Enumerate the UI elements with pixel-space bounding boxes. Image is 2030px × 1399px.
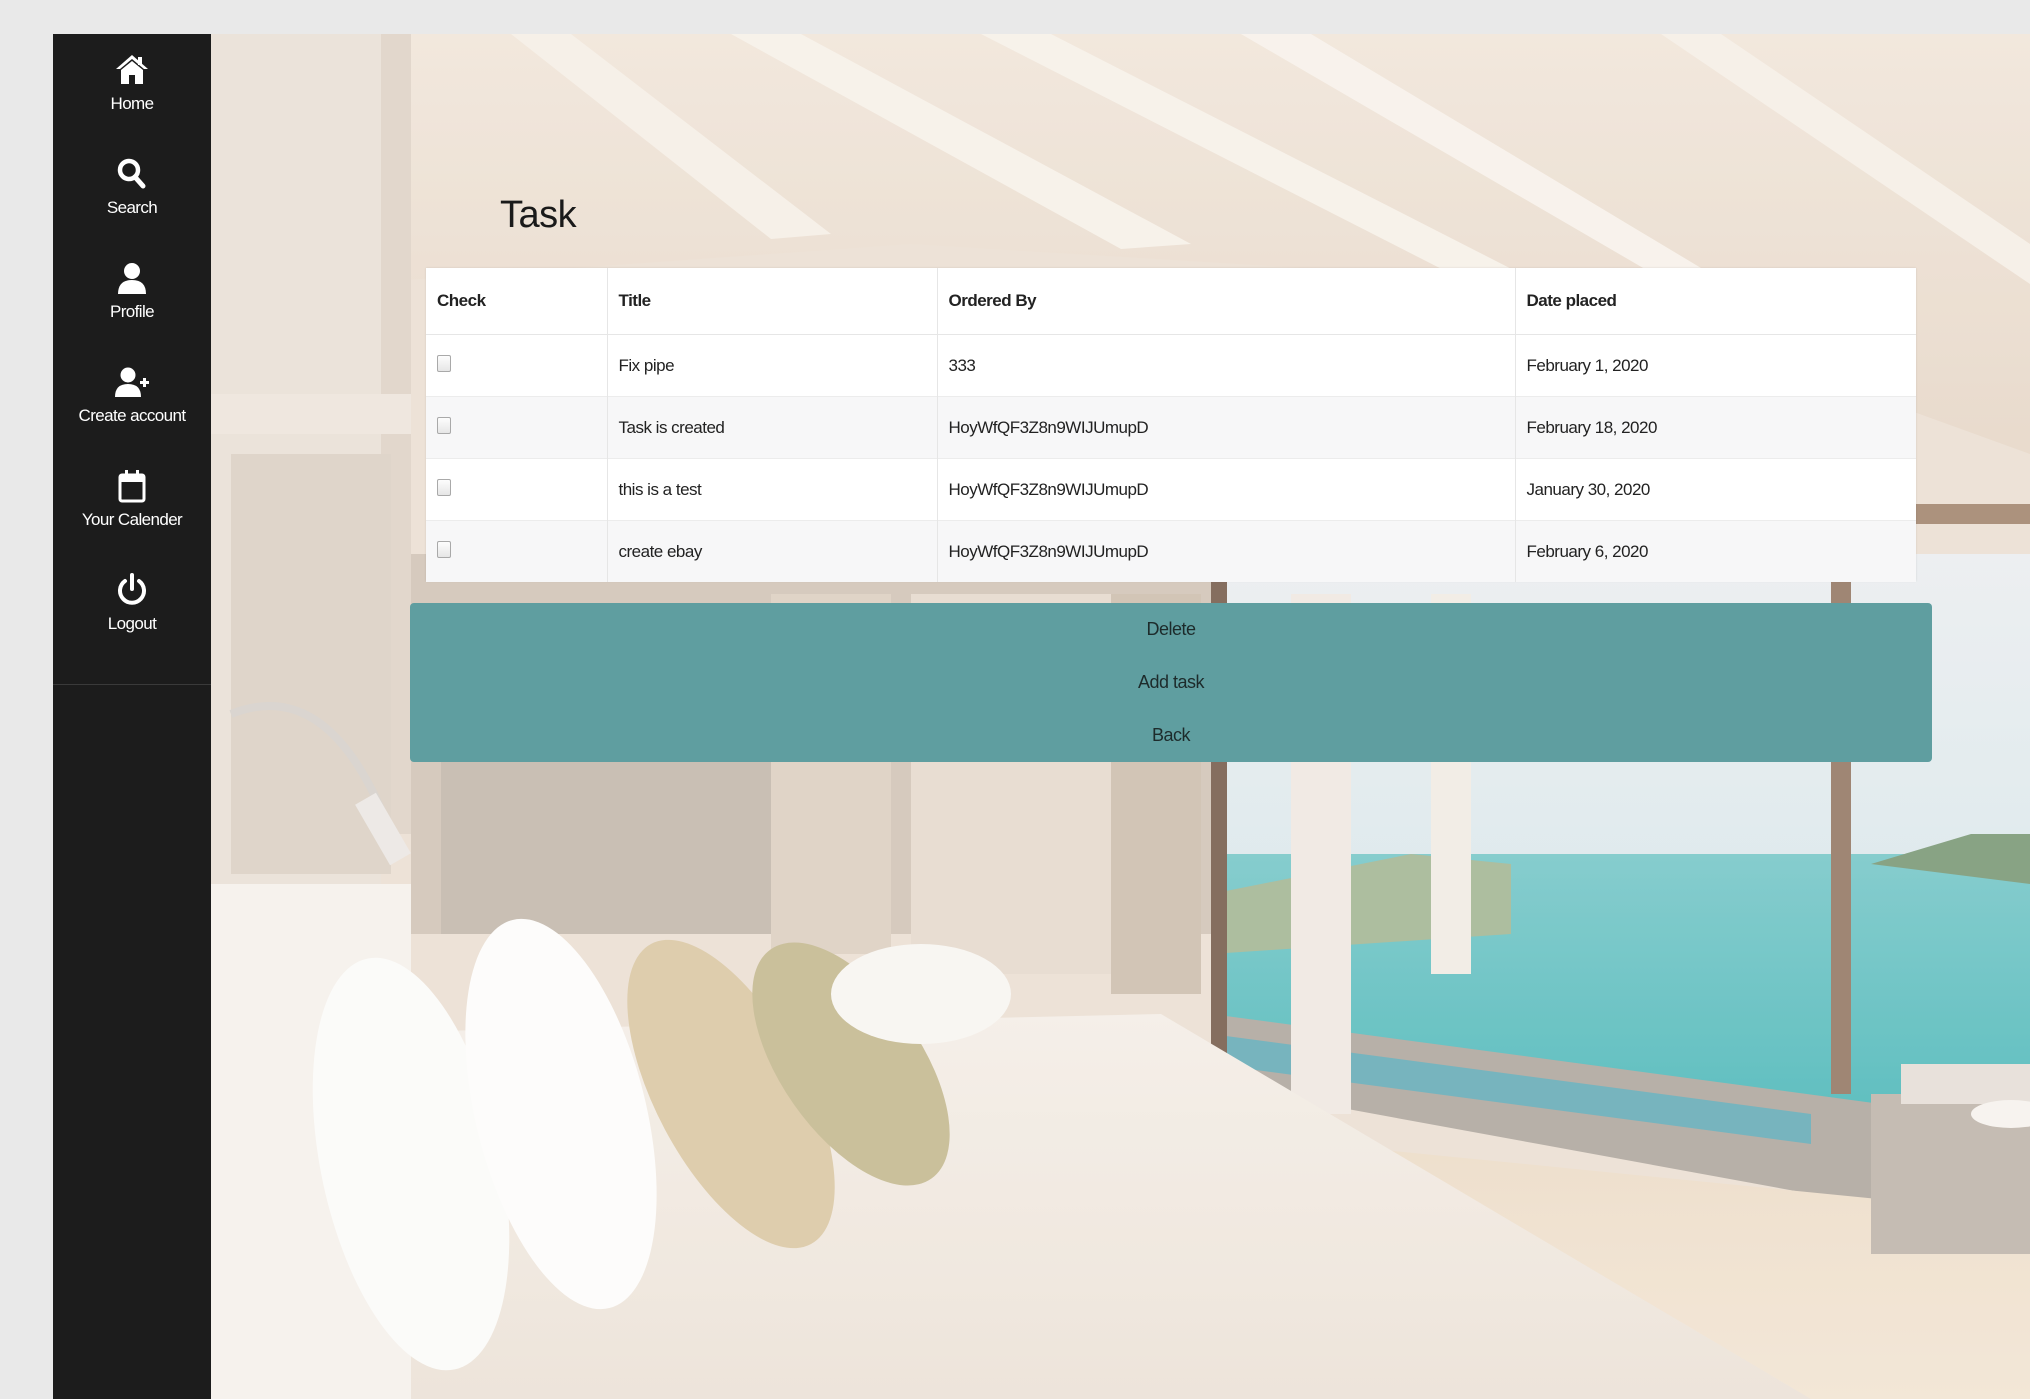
column-header-check: Check	[426, 268, 608, 335]
calendar-icon	[118, 470, 146, 503]
sidebar-nav: Home Search Profile Create account Your …	[53, 34, 211, 685]
sidebar-item-label: Logout	[107, 614, 157, 633]
column-header-ordered-by: Ordered By	[937, 268, 1516, 335]
home-icon	[116, 55, 148, 84]
sidebar-item-logout[interactable]: Logout	[53, 570, 211, 674]
sidebar-item-calendar[interactable]: Your Calender	[53, 466, 211, 570]
sidebar-item-search[interactable]: Search	[53, 154, 211, 258]
page-title: Task	[500, 194, 577, 236]
title-cell: Fix pipe	[607, 334, 938, 397]
table-row: Task is created HoyWfQF3Z8n9WIJUmupD Feb…	[426, 396, 1916, 459]
ordered-by-cell: HoyWfQF3Z8n9WIJUmupD	[937, 520, 1516, 582]
row-checkbox[interactable]	[437, 540, 451, 558]
add-task-button[interactable]: Add task	[410, 656, 1932, 709]
sidebar-item-create-account[interactable]: Create account	[53, 362, 211, 466]
table-row: this is a test HoyWfQF3Z8n9WIJUmupD Janu…	[426, 458, 1916, 521]
delete-button[interactable]: Delete	[410, 603, 1932, 656]
date-cell: January 30, 2020	[1515, 458, 1916, 521]
user-icon	[118, 263, 146, 294]
row-checkbox[interactable]	[437, 354, 451, 372]
check-cell	[426, 520, 608, 582]
date-cell: February 1, 2020	[1515, 334, 1916, 397]
sidebar-item-label: Your Calender	[81, 510, 183, 529]
sidebar-item-home[interactable]: Home	[53, 50, 211, 154]
sidebar: Home Search Profile Create account Your …	[53, 34, 211, 1399]
check-cell	[426, 334, 608, 397]
add-user-icon	[115, 367, 149, 397]
row-checkbox[interactable]	[437, 416, 451, 434]
sidebar-item-label: Home	[110, 94, 155, 113]
back-button[interactable]: Back	[410, 709, 1932, 762]
row-checkbox[interactable]	[437, 478, 451, 496]
sidebar-item-profile[interactable]: Profile	[53, 258, 211, 362]
table-header-row: Check Title Ordered By Date placed	[426, 268, 1916, 335]
title-cell: Task is created	[607, 396, 938, 459]
title-cell: this is a test	[607, 458, 938, 521]
date-cell: February 18, 2020	[1515, 396, 1916, 459]
task-actions: Delete Add task Back	[410, 603, 1932, 762]
search-icon	[117, 158, 146, 189]
sidebar-item-label: Create account	[78, 406, 186, 425]
sidebar-item-label: Search	[106, 198, 158, 217]
power-icon	[118, 573, 146, 605]
title-cell: create ebay	[607, 520, 938, 582]
table-row: Fix pipe 333 February 1, 2020	[426, 334, 1916, 397]
ordered-by-cell: 333	[937, 334, 1516, 397]
app-frame: Home Search Profile Create account Your …	[53, 34, 2030, 1399]
check-cell	[426, 396, 608, 459]
date-cell: February 6, 2020	[1515, 520, 1916, 582]
table-row: create ebay HoyWfQF3Z8n9WIJUmupD Februar…	[426, 520, 1916, 582]
column-header-date-placed: Date placed	[1515, 268, 1916, 335]
column-header-title: Title	[607, 268, 938, 335]
task-table-card: Check Title Ordered By Date placed Fix p…	[426, 268, 1916, 582]
ordered-by-cell: HoyWfQF3Z8n9WIJUmupD	[937, 458, 1516, 521]
sidebar-item-label: Profile	[110, 302, 155, 321]
ordered-by-cell: HoyWfQF3Z8n9WIJUmupD	[937, 396, 1516, 459]
task-table: Check Title Ordered By Date placed Fix p…	[426, 268, 1916, 582]
check-cell	[426, 458, 608, 521]
